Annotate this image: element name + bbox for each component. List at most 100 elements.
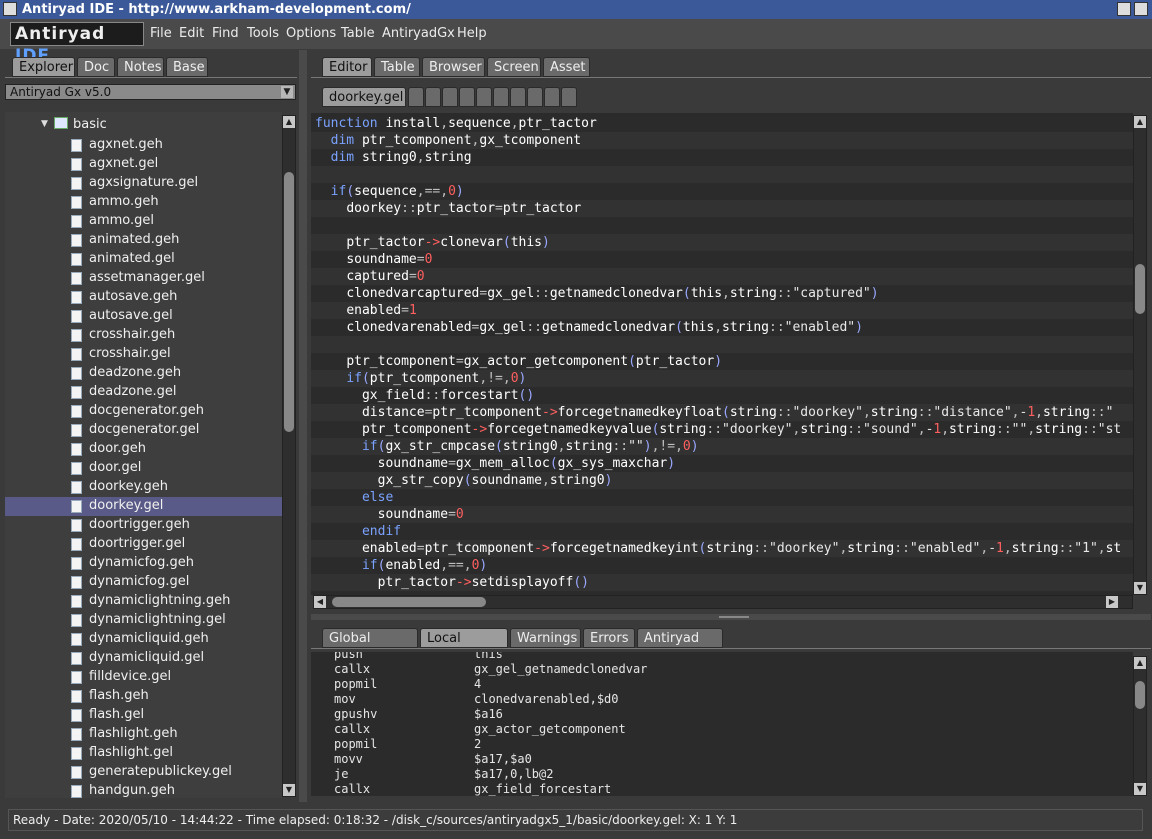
tree-file-item[interactable]: agxsignature.gel <box>5 174 282 193</box>
scroll-left-icon[interactable]: ◀ <box>314 596 326 608</box>
menu-antiryadgx[interactable]: AntiryadGx <box>382 26 455 41</box>
code-line[interactable]: else <box>311 489 1133 506</box>
code-line[interactable]: dim string0,string <box>311 149 1133 166</box>
empty-file-tab[interactable] <box>425 87 441 107</box>
tree-file-item[interactable]: crosshair.geh <box>5 326 282 345</box>
minimize-icon[interactable] <box>1117 2 1131 16</box>
output-scrollbar[interactable]: ▲ ▼ <box>1133 656 1147 796</box>
window-menu-icon[interactable] <box>3 2 17 16</box>
tree-file-item[interactable]: autosave.geh <box>5 288 282 307</box>
editor-hscrollbar[interactable]: ◀ ▶ <box>313 595 1133 609</box>
tree-file-item[interactable]: doortrigger.gel <box>5 535 282 554</box>
tab-browser[interactable]: Browser <box>422 57 485 77</box>
tab-antiryad-gx[interactable]: Antiryad Gx <box>637 628 723 666</box>
scroll-down-icon[interactable]: ▼ <box>283 784 295 796</box>
scroll-down-icon[interactable]: ▼ <box>1134 582 1146 594</box>
code-line[interactable]: enabled=ptr_tcomponent->forcegetnamedkey… <box>311 540 1133 557</box>
chevron-down-icon[interactable]: ▼ <box>281 86 293 98</box>
version-select[interactable]: Antiryad Gx v5.0 ▼ <box>5 84 296 100</box>
tree-file-item[interactable]: dynamicfog.geh <box>5 554 282 573</box>
empty-file-tab[interactable] <box>476 87 492 107</box>
tree-file-item[interactable]: agxnet.gel <box>5 155 282 174</box>
menu-file[interactable]: File <box>150 26 172 41</box>
tree-scroll-thumb[interactable] <box>284 172 294 432</box>
tree-file-item[interactable]: assetmanager.gel <box>5 269 282 288</box>
empty-file-tab[interactable] <box>442 87 458 107</box>
tree-file-item[interactable]: flash.geh <box>5 687 282 706</box>
code-line[interactable]: ptr_tactor->clonevar(this) <box>311 234 1133 251</box>
menu-help[interactable]: Help <box>457 26 487 41</box>
tab-doc[interactable]: Doc <box>77 57 115 77</box>
empty-file-tab[interactable] <box>561 87 577 107</box>
tree-scrollbar[interactable]: ▲ ▼ <box>282 115 296 797</box>
code-line[interactable]: endif <box>311 523 1133 540</box>
code-line[interactable] <box>311 166 1133 183</box>
code-line[interactable]: if(ptr_tcomponent,!=,0) <box>311 370 1133 387</box>
scroll-down-icon[interactable]: ▼ <box>1134 783 1146 795</box>
code-line[interactable]: ptr_tcomponent->forcegetnamedkeyvalue(st… <box>311 421 1133 438</box>
output-scroll-thumb[interactable] <box>1135 681 1145 709</box>
code-line[interactable]: soundname=gx_mem_alloc(gx_sys_maxchar) <box>311 455 1133 472</box>
tree-file-item[interactable]: deadzone.geh <box>5 364 282 383</box>
code-line[interactable] <box>311 217 1133 234</box>
scroll-up-icon[interactable]: ▲ <box>1134 116 1146 128</box>
code-line[interactable]: soundname=0 <box>311 506 1133 523</box>
tree-folder-label[interactable]: basic <box>73 117 107 132</box>
tab-base[interactable]: Base <box>166 57 208 77</box>
empty-file-tab[interactable] <box>544 87 560 107</box>
code-line[interactable]: function install,sequence,ptr_tactor <box>311 115 1133 132</box>
file-tab-doorkey[interactable]: doorkey.gel <box>322 87 406 107</box>
tab-global-output[interactable]: Global output <box>322 628 418 666</box>
scroll-up-icon[interactable]: ▲ <box>1134 657 1146 669</box>
scroll-right-icon[interactable]: ▶ <box>1106 596 1118 608</box>
code-line[interactable]: ptr_tactor->setdisplayoff() <box>311 574 1133 591</box>
menu-edit[interactable]: Edit <box>179 26 204 41</box>
editor-hscroll-thumb[interactable] <box>332 597 486 607</box>
tab-local-output[interactable]: Local output <box>420 628 508 666</box>
tree-file-item[interactable]: ammo.geh <box>5 193 282 212</box>
horizontal-splitter[interactable] <box>311 614 1151 620</box>
editor-vscroll-thumb[interactable] <box>1135 264 1145 314</box>
menu-tools[interactable]: Tools <box>247 26 279 41</box>
tab-table[interactable]: Table <box>374 57 420 77</box>
code-line[interactable] <box>311 336 1133 353</box>
maximize-icon[interactable] <box>1134 2 1148 16</box>
tree-file-item[interactable]: docgenerator.gel <box>5 421 282 440</box>
tree-file-item[interactable]: flash.gel <box>5 706 282 725</box>
tree-file-item[interactable]: animated.gel <box>5 250 282 269</box>
tree-file-item[interactable]: dynamicliquid.geh <box>5 630 282 649</box>
collapse-arrow-icon[interactable]: ▼ <box>41 119 48 129</box>
tree-file-item[interactable]: generatepublickey.gel <box>5 763 282 782</box>
tree-file-item[interactable]: doorkey.gel <box>5 497 282 516</box>
tree-file-item[interactable]: docgenerator.geh <box>5 402 282 421</box>
menu-find[interactable]: Find <box>212 26 239 41</box>
code-line[interactable]: doorkey::ptr_tactor=ptr_tactor <box>311 200 1133 217</box>
empty-file-tab[interactable] <box>459 87 475 107</box>
code-line[interactable]: soundname=0 <box>311 251 1133 268</box>
tree-file-item[interactable]: doorkey.geh <box>5 478 282 497</box>
scroll-up-icon[interactable]: ▲ <box>283 116 295 128</box>
panel-splitter[interactable] <box>299 50 307 802</box>
tab-warnings[interactable]: Warnings <box>510 628 581 648</box>
tree-file-item[interactable]: filldevice.gel <box>5 668 282 687</box>
menu-table[interactable]: Table <box>341 26 375 41</box>
code-line[interactable]: enabled=1 <box>311 302 1133 319</box>
tree-file-item[interactable]: deadzone.gel <box>5 383 282 402</box>
empty-file-tab[interactable] <box>493 87 509 107</box>
tree-file-item[interactable]: door.geh <box>5 440 282 459</box>
menu-options[interactable]: Options <box>286 26 336 41</box>
code-line[interactable]: distance=ptr_tcomponent->forcegetnamedke… <box>311 404 1133 421</box>
code-line[interactable]: if(gx_str_cmpcase(string0,string::""),!=… <box>311 438 1133 455</box>
code-editor[interactable]: function install,sequence,ptr_tactor dim… <box>311 113 1133 595</box>
tree-file-item[interactable]: handgun.geh <box>5 782 282 798</box>
empty-file-tab[interactable] <box>510 87 526 107</box>
tab-screen[interactable]: Screen <box>487 57 541 77</box>
tab-asset[interactable]: Asset <box>543 57 590 77</box>
tree-file-item[interactable]: dynamicfog.gel <box>5 573 282 592</box>
tree-file-item[interactable]: ammo.gel <box>5 212 282 231</box>
empty-file-tab[interactable] <box>408 87 424 107</box>
tree-file-item[interactable]: dynamiclightning.geh <box>5 592 282 611</box>
tree-file-item[interactable]: flashlight.gel <box>5 744 282 763</box>
tab-editor[interactable]: Editor <box>322 57 372 77</box>
code-line[interactable]: if(enabled,==,0) <box>311 557 1133 574</box>
